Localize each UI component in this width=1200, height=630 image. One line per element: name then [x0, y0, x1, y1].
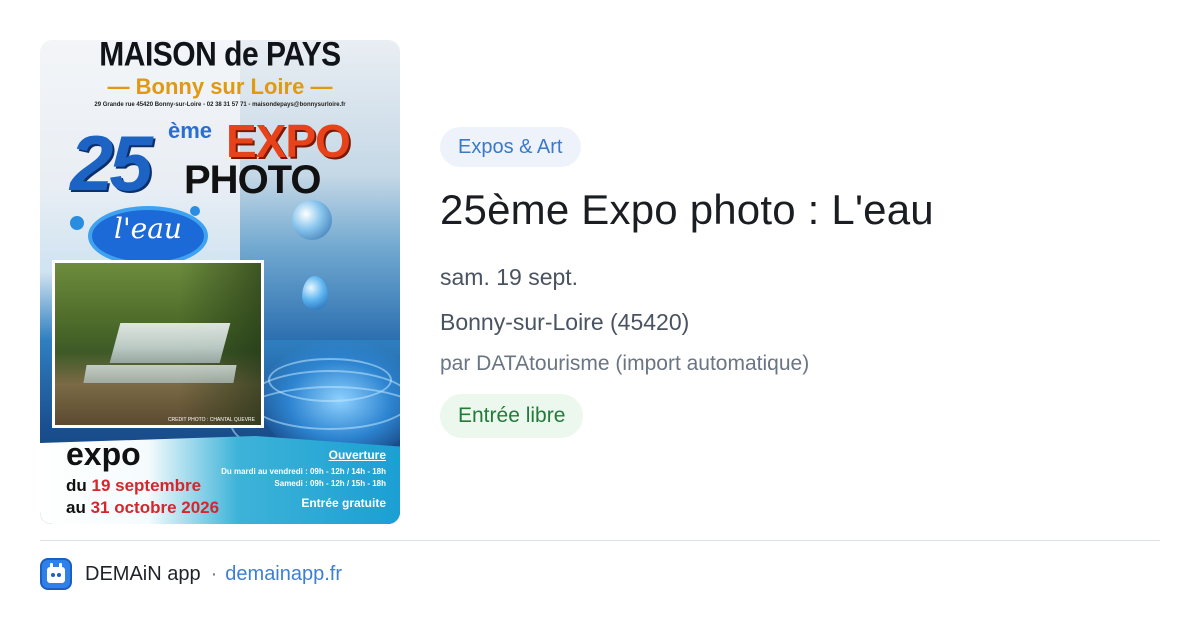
poster-maison: MAISON de PAYS	[99, 40, 341, 74]
poster-bonny: — Bonny sur Loire —	[107, 74, 333, 99]
calendar-dot	[57, 573, 61, 577]
category-badge[interactable]: Expos & Art	[440, 127, 581, 167]
event-title[interactable]: 25ème Expo photo : L'eau	[440, 186, 934, 234]
poster-photo: PHOTO	[184, 158, 322, 202]
water-drop-icon	[302, 276, 328, 310]
event-date: sam. 19 sept.	[440, 264, 579, 290]
calendar-dot	[51, 573, 55, 577]
waterfall-shape	[109, 323, 231, 363]
photo-credit: CREDIT PHOTO : CHANTAL QUEVRE	[167, 417, 255, 423]
app-url-link[interactable]: demainapp.fr	[225, 563, 342, 586]
footer-divider	[40, 540, 1160, 541]
footer: DEMAiN app · demainapp.fr	[40, 558, 342, 590]
poster-expo-word: expo	[66, 436, 141, 472]
poster-address: 29 Grande rue 45420 Bonny-sur-Loire - 02…	[94, 102, 346, 108]
poster-ouverture: Ouverture	[328, 448, 386, 462]
event-source: par DATAtourisme (import automatique)	[440, 352, 810, 375]
splash-icon	[70, 216, 84, 230]
waterfall-photo: CREDIT PHOTO : CHANTAL QUEVRE	[52, 260, 264, 428]
calendar-app-icon[interactable]	[40, 558, 72, 590]
event-location: Bonny-sur-Loire (45420)	[440, 309, 690, 335]
price-badge: Entrée libre	[440, 394, 584, 438]
poster-end-date: au 31 octobre 2026	[66, 498, 220, 517]
poster-entree-gratuite: Entrée gratuite	[301, 496, 386, 510]
event-card[interactable]: MAISON de PAYS — Bonny sur Loire — 29 Gr…	[40, 40, 1160, 524]
footer-separator: ·	[210, 562, 218, 585]
app-name: DEMAiN app	[85, 562, 201, 585]
calendar-icon	[47, 563, 65, 583]
waterfall-shape	[83, 365, 237, 383]
event-poster: MAISON de PAYS — Bonny sur Loire — 29 Gr…	[40, 40, 400, 524]
water-drop-icon	[292, 200, 332, 240]
poster-hours: Du mardi au vendredi : 09h - 12h / 14h -…	[221, 467, 386, 488]
poster-number: 25	[70, 119, 153, 207]
poster-theme: l'eau	[114, 212, 182, 245]
poster-start-date: du 19 septembre	[66, 476, 202, 495]
poster-eme: ème	[168, 118, 213, 143]
